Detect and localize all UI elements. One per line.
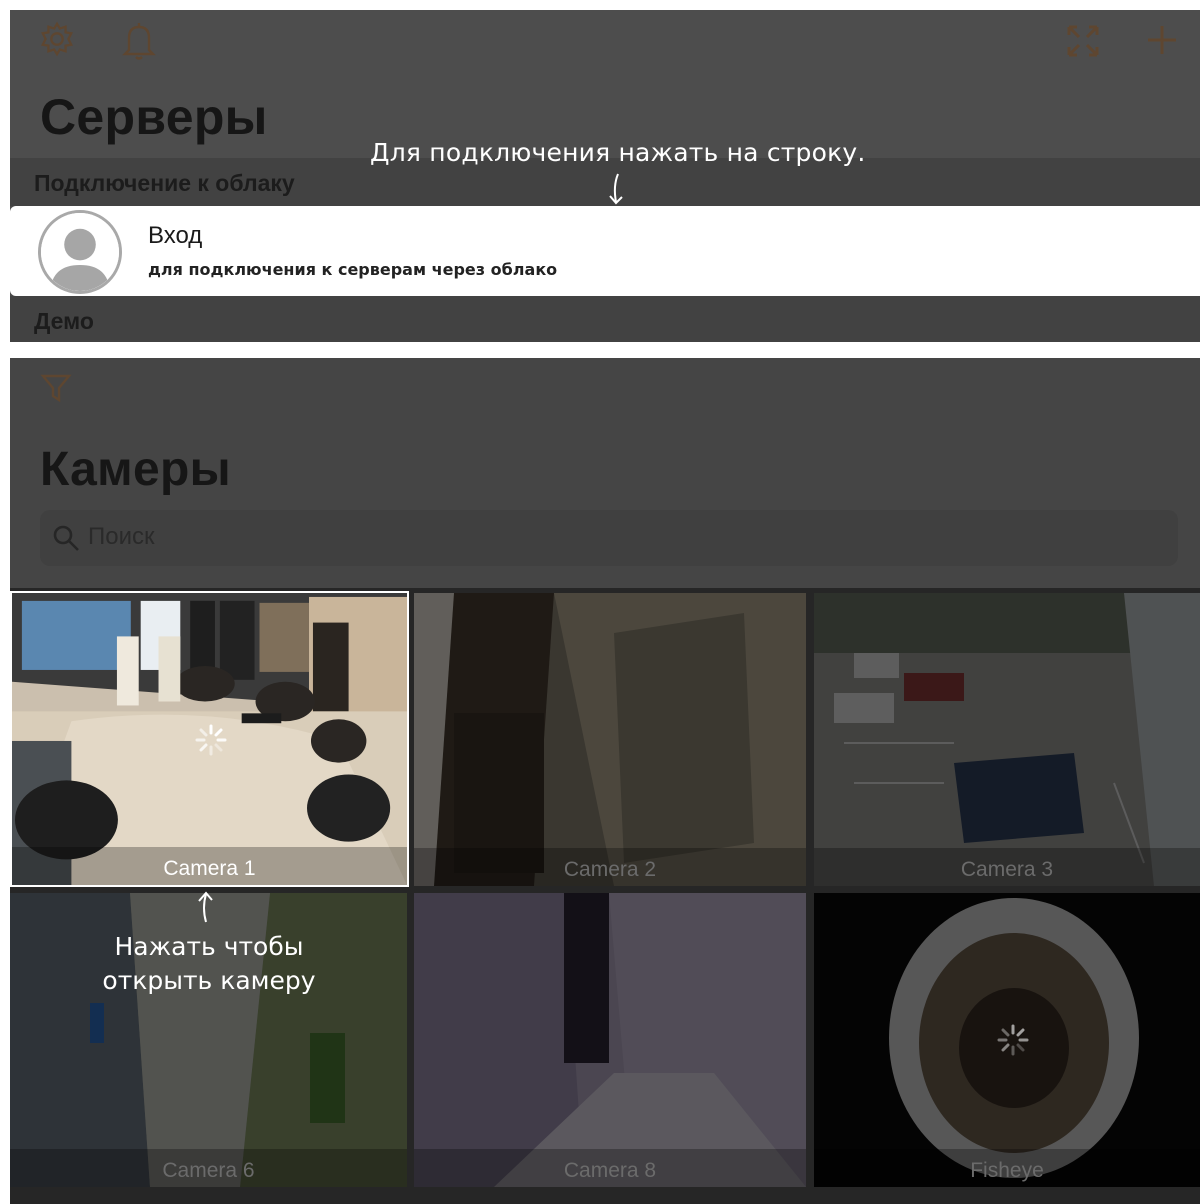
page-title: Серверы <box>40 89 268 145</box>
arrow-up-icon <box>196 890 218 924</box>
cameras-screen: Камеры Поиск Camera 1 Camera 2 Camera 3 … <box>10 358 1200 1204</box>
tile-dim-overlay <box>814 593 1200 886</box>
fullscreen-icon[interactable] <box>1066 24 1100 58</box>
camera-tile-1[interactable]: Camera 1 <box>10 591 409 887</box>
section-label-cloud: Подключение к облаку <box>34 170 295 196</box>
login-subtitle: для подключения к серверам через облако <box>148 260 558 279</box>
camera-tile-8[interactable]: Camera 8 <box>414 893 806 1187</box>
login-title: Вход <box>148 222 203 249</box>
camera-grid: Camera 1 Camera 2 Camera 3 Camera 6 Came… <box>10 588 1200 1204</box>
avatar <box>38 210 122 294</box>
plus-icon[interactable] <box>1146 24 1178 56</box>
hint-open-camera: Нажать чтобы открыть камеру <box>102 932 316 995</box>
camera-tile-3[interactable]: Camera 3 <box>814 593 1200 886</box>
camera-name: Fisheye <box>970 1159 1044 1182</box>
tile-dim-overlay <box>414 893 806 1187</box>
camera-name: Camera 3 <box>960 858 1054 881</box>
filter-icon[interactable] <box>40 372 72 404</box>
camera-tile-2[interactable]: Camera 2 <box>414 593 806 886</box>
gear-icon[interactable] <box>38 20 76 58</box>
section-label-demo: Демо <box>34 308 94 334</box>
camera-name: Camera 1 <box>163 857 256 880</box>
camera-name: Camera 6 <box>162 1159 255 1182</box>
servers-screen: Серверы Подключение к облаку Для подключ… <box>10 10 1200 342</box>
camera-name: Camera 2 <box>563 858 657 881</box>
search-bar[interactable]: Поиск <box>40 510 1178 566</box>
loading-spinner-icon <box>996 1023 1030 1057</box>
bell-icon[interactable] <box>122 20 156 60</box>
camera-name: Camera 8 <box>563 1159 657 1182</box>
hint-tap-row: Для подключения нажать на строку. <box>370 138 866 167</box>
loading-spinner-icon <box>194 723 228 757</box>
tile-dim-overlay <box>414 593 806 886</box>
section-header-demo: Демо <box>10 296 1200 342</box>
search-input[interactable]: Поиск <box>88 523 155 551</box>
page-title: Камеры <box>40 443 231 496</box>
camera-tile-fisheye[interactable]: Fisheye <box>814 893 1200 1187</box>
search-icon <box>52 524 80 552</box>
login-row[interactable]: Вход для подключения к серверам через об… <box>10 206 1200 296</box>
arrow-down-icon <box>604 172 628 206</box>
